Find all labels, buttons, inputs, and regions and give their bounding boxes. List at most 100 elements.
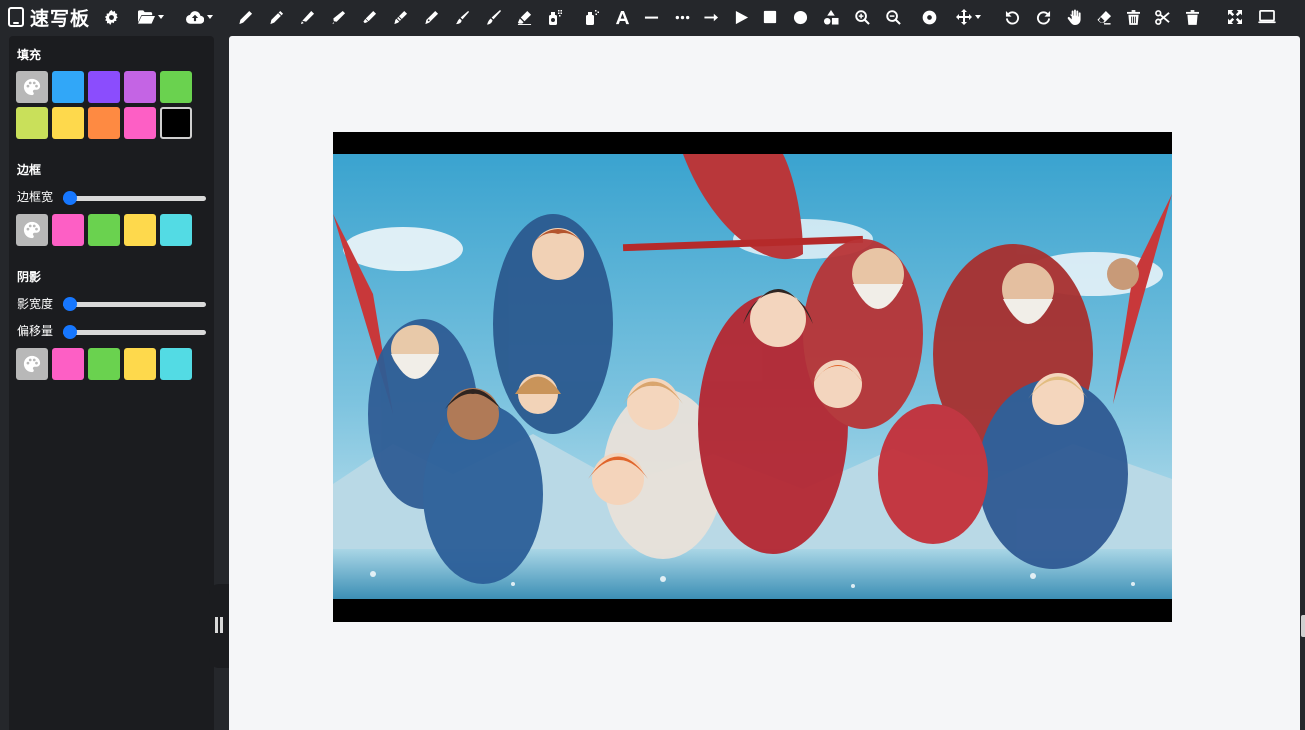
pencil-icon: [238, 10, 252, 24]
shadow-blur-slider[interactable]: [63, 297, 206, 311]
color-swatch[interactable]: [52, 107, 84, 139]
app-title: 速写板: [30, 7, 91, 30]
target-button[interactable]: [921, 5, 937, 29]
delete-button[interactable]: [1184, 5, 1200, 29]
text-tool[interactable]: [614, 5, 630, 29]
fill-section-title: 填充: [17, 48, 42, 62]
marker-tool[interactable]: [299, 5, 315, 29]
palette-icon: [23, 355, 41, 373]
cloud-upload-icon: [185, 10, 204, 24]
color-swatch[interactable]: [52, 348, 84, 380]
color-swatch[interactable]: [52, 71, 84, 103]
cloud-button[interactable]: [182, 5, 216, 29]
triangle-tool[interactable]: [733, 5, 749, 29]
hand-icon: [1067, 9, 1081, 25]
crayon-tool[interactable]: [392, 5, 408, 29]
cut-button[interactable]: [1154, 5, 1170, 29]
anime-group-illustration: [333, 154, 1172, 599]
chevron-down-icon: [206, 15, 213, 19]
target-icon: [922, 10, 936, 24]
zoom-in-button[interactable]: [854, 5, 870, 29]
slider-thumb[interactable]: [63, 325, 77, 339]
marker-icon: [300, 10, 314, 24]
top-toolbar: 速写板: [0, 0, 1305, 34]
circle-tool[interactable]: [792, 5, 808, 29]
pencil-tool[interactable]: [237, 5, 253, 29]
eraser-pen-tool[interactable]: [516, 5, 532, 29]
fullscreen-button[interactable]: [1227, 5, 1243, 29]
line-tool[interactable]: [643, 5, 659, 29]
undo-button[interactable]: [1004, 5, 1020, 29]
grip-icon: [220, 617, 223, 633]
sidebar-collapse-handle[interactable]: [209, 584, 231, 668]
color-swatch[interactable]: [124, 214, 156, 246]
color-swatch[interactable]: [88, 348, 120, 380]
color-swatch[interactable]: [160, 71, 192, 103]
undo-icon: [1005, 10, 1019, 24]
color-swatch[interactable]: [88, 107, 120, 139]
slider-thumb[interactable]: [63, 297, 77, 311]
color-swatch[interactable]: [124, 107, 156, 139]
settings-button[interactable]: [103, 5, 119, 29]
arrow-line-icon: [704, 13, 719, 21]
settings-icon: [104, 9, 118, 25]
slider-track: [63, 196, 206, 201]
border-section-title: 边框: [17, 163, 42, 177]
slider-thumb[interactable]: [63, 191, 77, 205]
shadow-offset-label: 偏移量: [17, 324, 54, 338]
color-swatch[interactable]: [160, 214, 192, 246]
shapes-tool[interactable]: [823, 5, 839, 29]
color-swatch[interactable]: [88, 214, 120, 246]
clear-button[interactable]: [1125, 5, 1141, 29]
highlighter-icon: [362, 10, 376, 23]
shadow-offset-slider[interactable]: [63, 325, 206, 339]
color-picker-button[interactable]: [16, 348, 48, 380]
eraser-tool[interactable]: [1096, 5, 1112, 29]
open-file-button[interactable]: [134, 5, 168, 29]
placed-image[interactable]: [333, 132, 1172, 622]
spray-can-tool[interactable]: [547, 5, 563, 29]
border-width-slider[interactable]: [63, 191, 206, 205]
color-swatch[interactable]: [88, 71, 120, 103]
present-button[interactable]: [1257, 5, 1277, 29]
highlighter-tool[interactable]: [361, 5, 377, 29]
color-swatch[interactable]: [124, 348, 156, 380]
grip-icon: [215, 617, 218, 633]
palette-icon: [23, 78, 41, 96]
spray-paint-icon: [586, 10, 599, 25]
paint-brush-tool[interactable]: [485, 5, 501, 29]
color-picker-button[interactable]: [16, 214, 48, 246]
rectangle-tool[interactable]: [762, 5, 778, 29]
redo-button[interactable]: [1035, 5, 1051, 29]
dotted-line-icon: [675, 15, 689, 19]
app-brand: 速写板: [0, 0, 90, 34]
zoom-out-icon: [885, 9, 901, 25]
color-picker-button[interactable]: [16, 71, 48, 103]
arrow-line-tool[interactable]: [703, 5, 719, 29]
color-swatch[interactable]: [160, 107, 192, 139]
fullscreen-icon: [1228, 10, 1242, 24]
pen-tool[interactable]: [268, 5, 284, 29]
color-swatch[interactable]: [16, 107, 48, 139]
drawing-canvas[interactable]: [229, 36, 1300, 730]
zoom-out-button[interactable]: [885, 5, 901, 29]
color-swatch[interactable]: [124, 71, 156, 103]
triangle-icon: [735, 10, 748, 24]
chevron-down-icon: [158, 15, 164, 19]
shadow-blur-label: 影宽度: [17, 297, 54, 311]
crayon-icon: [393, 10, 407, 24]
fine-pen-tool[interactable]: [330, 5, 346, 29]
color-swatch[interactable]: [160, 348, 192, 380]
ink-pen-tool[interactable]: [423, 5, 439, 29]
right-panel-toggle[interactable]: [1301, 615, 1305, 637]
move-button[interactable]: [951, 5, 985, 29]
spray-paint-tool[interactable]: [584, 5, 600, 29]
scissors-icon: [1154, 9, 1170, 25]
fine-pen-icon: [331, 10, 345, 24]
border-width-label: 边框宽: [17, 190, 54, 204]
hand-tool[interactable]: [1066, 5, 1082, 29]
brush-tool[interactable]: [454, 5, 470, 29]
dotted-line-tool[interactable]: [674, 5, 690, 29]
shadow-section-title: 阴影: [17, 270, 42, 284]
color-swatch[interactable]: [52, 214, 84, 246]
